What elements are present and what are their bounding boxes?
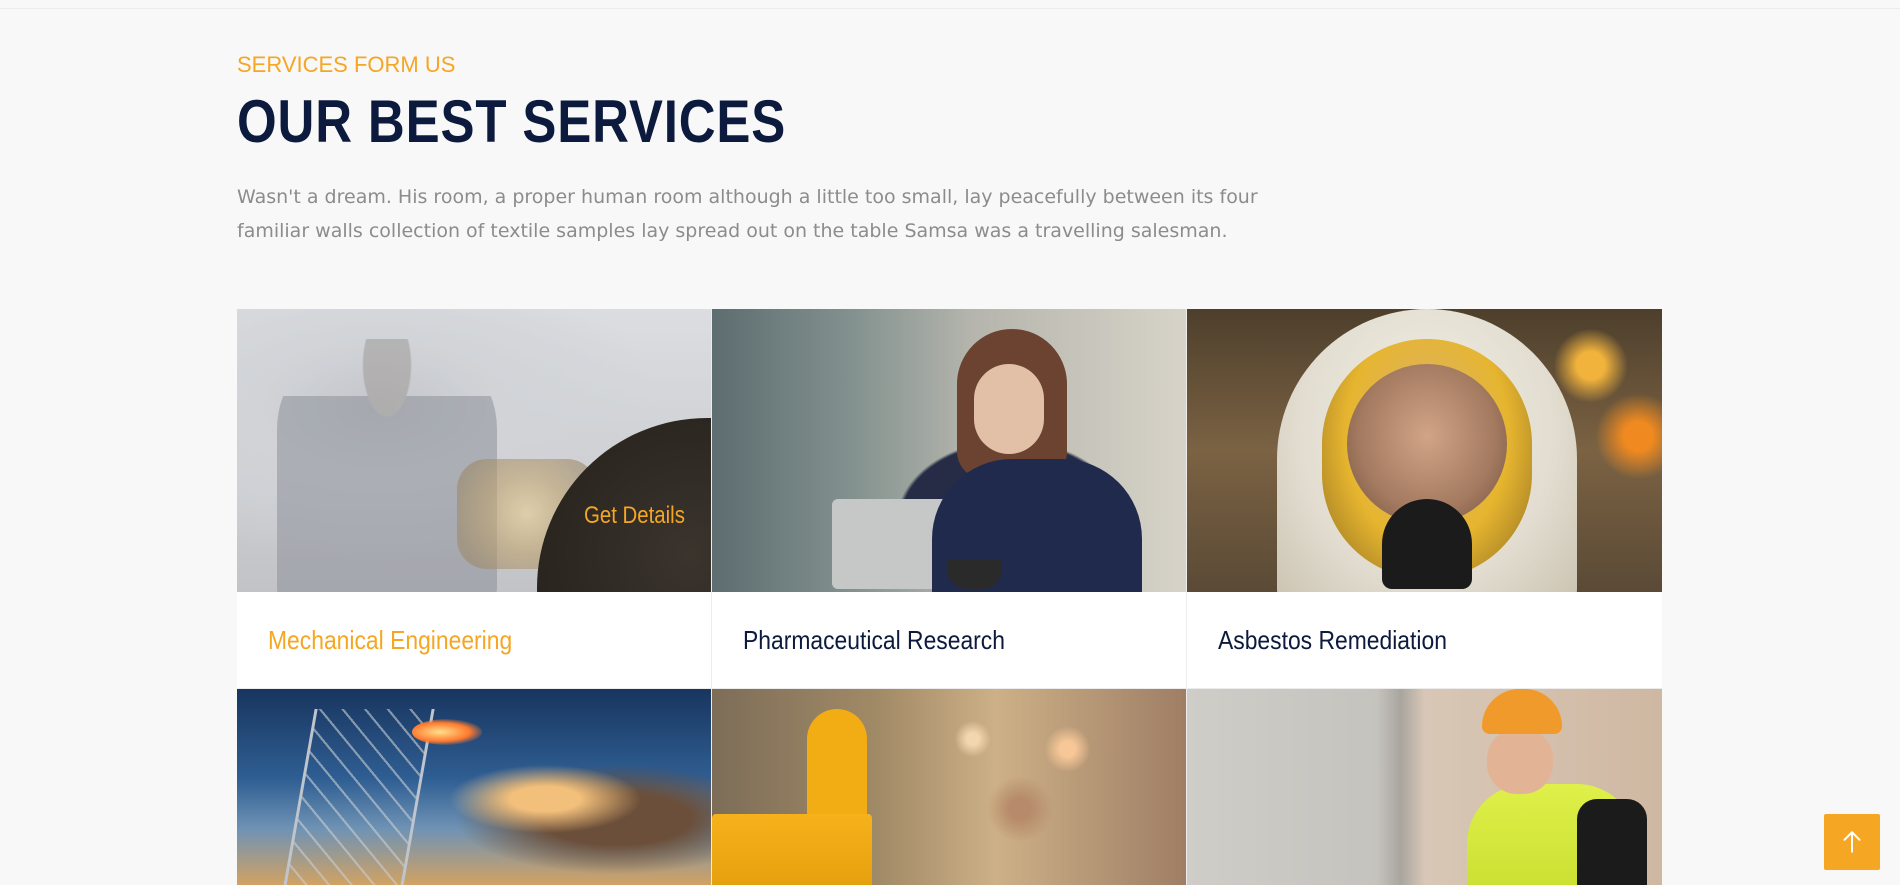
woman-face bbox=[974, 364, 1044, 454]
backpack bbox=[1577, 799, 1647, 885]
rope-access-photo bbox=[1187, 689, 1662, 885]
service-card-oil-gas[interactable] bbox=[237, 689, 712, 885]
section-description: Wasn't a dream. His room, a proper human… bbox=[237, 186, 1258, 242]
service-caption: Pharmaceutical Research bbox=[712, 592, 1186, 689]
cleaning-photo bbox=[712, 689, 1186, 885]
service-image[interactable] bbox=[237, 689, 711, 885]
arrow-up-icon bbox=[1843, 831, 1861, 853]
service-card-facade[interactable] bbox=[1187, 689, 1662, 885]
service-image[interactable]: Get Details bbox=[237, 309, 711, 592]
drilling-tower bbox=[279, 709, 435, 885]
services-header: SERVICES FORM US OUR BEST SERVICES Wasn'… bbox=[237, 52, 1337, 248]
service-image[interactable] bbox=[712, 689, 1186, 885]
service-caption: Mechanical Engineering bbox=[237, 592, 711, 689]
hazmat-photo bbox=[1187, 309, 1662, 592]
worker-face bbox=[1487, 729, 1553, 794]
service-title-link[interactable]: Asbestos Remediation bbox=[1218, 625, 1447, 656]
service-image[interactable] bbox=[1187, 689, 1662, 885]
services-grid: Get Details Mechanical Engineering Pharm… bbox=[237, 309, 1662, 885]
header-divider bbox=[0, 8, 1900, 9]
wet-floor-sign bbox=[807, 709, 867, 829]
service-card-pharmaceutical-research[interactable]: Pharmaceutical Research bbox=[712, 309, 1187, 689]
service-title-link[interactable]: Pharmaceutical Research bbox=[743, 625, 1005, 656]
get-details-link[interactable]: Get Details bbox=[584, 502, 685, 530]
mop-bucket bbox=[712, 814, 872, 885]
mask-filter bbox=[1382, 499, 1472, 589]
back-to-top-button[interactable] bbox=[1824, 814, 1880, 870]
service-image[interactable] bbox=[1187, 309, 1662, 592]
refinery-photo bbox=[237, 689, 711, 885]
gas-flare bbox=[412, 719, 482, 745]
service-title-link[interactable]: Mechanical Engineering bbox=[268, 625, 512, 656]
service-caption: Asbestos Remediation bbox=[1187, 592, 1662, 689]
service-card-asbestos-remediation[interactable]: Asbestos Remediation bbox=[1187, 309, 1662, 689]
coffee-cup bbox=[947, 559, 1002, 589]
safety-helmet bbox=[1482, 689, 1562, 734]
researcher-photo bbox=[712, 309, 1186, 592]
service-card-mechanical-engineering[interactable]: Get Details Mechanical Engineering bbox=[237, 309, 712, 689]
section-title: OUR BEST SERVICES bbox=[237, 88, 787, 155]
service-card-cleaning[interactable] bbox=[712, 689, 1187, 885]
section-eyebrow: SERVICES FORM US bbox=[237, 52, 456, 77]
service-image[interactable] bbox=[712, 309, 1186, 592]
